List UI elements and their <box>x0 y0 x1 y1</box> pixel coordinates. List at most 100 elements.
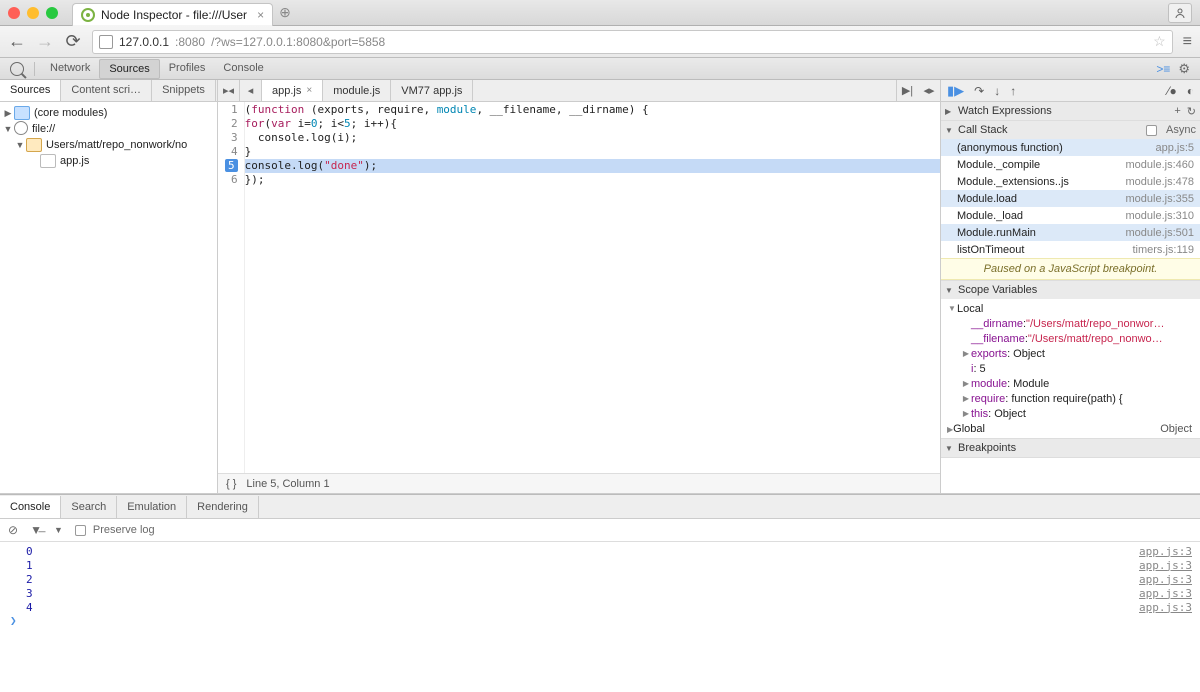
panel-tab-sources[interactable]: Sources <box>99 59 159 79</box>
url-port: :8080 <box>175 35 205 49</box>
browser-tab[interactable]: Node Inspector - file:///User × <box>72 3 273 26</box>
callstack-frame[interactable]: (anonymous function)app.js:5 <box>941 139 1200 156</box>
console-message[interactable]: 2app.js:3 <box>8 572 1192 586</box>
callstack-frame[interactable]: Module.runMainmodule.js:501 <box>941 224 1200 241</box>
drawer-tab-search[interactable]: Search <box>61 496 117 518</box>
navigator-pane: SourcesContent scri…Snippets ▶(core modu… <box>0 80 218 493</box>
navigator-tabs: SourcesContent scri…Snippets <box>0 80 217 102</box>
settings-gear-icon[interactable]: ⚙ <box>1178 61 1190 77</box>
window-titlebar: Node Inspector - file:///User × ⊕ <box>0 0 1200 26</box>
scope-variable[interactable]: i: 5 <box>961 361 1198 376</box>
callstack-frame[interactable]: Module._compilemodule.js:460 <box>941 156 1200 173</box>
file-tab[interactable]: app.js× <box>262 80 323 101</box>
breakpoints-section: ▼Breakpoints <box>941 439 1200 458</box>
watch-label: Watch Expressions <box>958 105 1052 117</box>
new-tab-icon[interactable]: ⊕ <box>279 4 291 21</box>
toggle-navigator-icon[interactable]: ▸◂ <box>218 80 240 101</box>
paused-message: Paused on a JavaScript breakpoint. <box>941 258 1200 280</box>
add-watch-icon[interactable]: + <box>1174 105 1180 117</box>
omnibox[interactable]: 127.0.0.1:8080/?ws=127.0.0.1:8080&port=5… <box>92 30 1173 54</box>
console-output[interactable]: 0app.js:31app.js:32app.js:33app.js:34app… <box>0 542 1200 692</box>
address-bar-row: ← → ⟳ 127.0.0.1:8080/?ws=127.0.0.1:8080&… <box>0 26 1200 58</box>
scope-global-header[interactable]: ▶Global Object <box>947 421 1198 436</box>
resume-icon[interactable]: ▮▶ <box>947 83 964 99</box>
scope-variable[interactable]: ▶exports: Object <box>961 346 1198 361</box>
scope-label: Scope Variables <box>958 284 1037 296</box>
breakpoints-label: Breakpoints <box>958 442 1016 454</box>
file-tab[interactable]: module.js <box>323 80 391 101</box>
history-back-icon[interactable]: ◂ <box>240 80 262 101</box>
drawer-tab-console[interactable]: Console <box>0 496 61 518</box>
reload-icon[interactable]: ⟳ <box>64 31 82 52</box>
profile-button[interactable] <box>1168 3 1192 23</box>
callstack-frame[interactable]: listOnTimeouttimers.js:119 <box>941 241 1200 258</box>
panel-tab-profiles[interactable]: Profiles <box>160 59 215 79</box>
refresh-watch-icon[interactable]: ↻ <box>1187 105 1196 118</box>
url-host: 127.0.0.1 <box>119 35 169 49</box>
step-into-icon[interactable]: ↓ <box>994 84 1000 98</box>
callstack-frame[interactable]: Module.loadmodule.js:355 <box>941 190 1200 207</box>
tab-title: Node Inspector - file:///User <box>101 8 247 22</box>
callstack-frame[interactable]: Module._extensions..jsmodule.js:478 <box>941 173 1200 190</box>
console-message[interactable]: 3app.js:3 <box>8 586 1192 600</box>
filter-icon[interactable]: ▼̶ <box>30 523 42 537</box>
back-icon[interactable]: ← <box>8 31 26 52</box>
bookmark-star-icon[interactable]: ☆ <box>1153 33 1166 50</box>
code-editor[interactable]: 123456 (function (exports, require, modu… <box>218 102 940 473</box>
code-body[interactable]: (function (exports, require, module, __f… <box>245 102 940 473</box>
scope-variable[interactable]: ▶this: Object <box>961 406 1198 421</box>
callstack-frame[interactable]: Module._loadmodule.js:310 <box>941 207 1200 224</box>
minimize-window-icon[interactable] <box>27 7 39 19</box>
scope-variable[interactable]: __dirname: "/Users/matt/repo_nonwor… <box>961 316 1198 331</box>
page-icon <box>99 35 113 49</box>
tree-folder[interactable]: ▼Users/matt/repo_nonwork/no <box>0 137 217 153</box>
file-tab[interactable]: VM77 app.js <box>391 80 473 101</box>
nav-tab[interactable]: Sources <box>0 80 61 101</box>
devtools-toolbar: NetworkSourcesProfilesConsole >≡ ⚙ <box>0 58 1200 80</box>
pause-on-exceptions-icon[interactable]: ◐ <box>1187 84 1194 98</box>
drawer-tab-rendering[interactable]: Rendering <box>187 496 259 518</box>
tree-core-modules[interactable]: ▶(core modules) <box>0 105 217 121</box>
panel-tab-network[interactable]: Network <box>41 59 99 79</box>
favicon-icon <box>81 8 95 22</box>
toggle-debugger-icon[interactable]: ◂▸ <box>918 80 940 101</box>
tree-file-scheme[interactable]: ▼file:// <box>0 121 217 137</box>
close-file-icon[interactable]: × <box>306 85 312 96</box>
step-out-icon[interactable]: ↑ <box>1010 84 1016 98</box>
close-tab-icon[interactable]: × <box>257 8 264 22</box>
deactivate-breakpoints-icon[interactable]: ⁄● <box>1167 84 1176 98</box>
nav-tab[interactable]: Content scri… <box>61 80 152 101</box>
level-menu-icon[interactable]: ▼ <box>54 525 63 535</box>
console-prompt[interactable]: ❯ <box>8 614 1192 627</box>
line-gutter[interactable]: 123456 <box>218 102 245 473</box>
close-window-icon[interactable] <box>8 7 20 19</box>
console-message[interactable]: 4app.js:3 <box>8 600 1192 614</box>
async-checkbox[interactable] <box>1146 125 1157 136</box>
console-message[interactable]: 1app.js:3 <box>8 558 1192 572</box>
nav-tab[interactable]: Snippets <box>152 80 216 101</box>
pretty-print-icon[interactable]: { } <box>226 478 236 490</box>
scope-variable[interactable]: ▶require: function require(path) { <box>961 391 1198 406</box>
forward-icon[interactable]: → <box>36 31 54 52</box>
chrome-menu-icon[interactable]: ≡ <box>1183 33 1192 51</box>
inspect-element-icon[interactable] <box>10 62 24 76</box>
drawer-tab-emulation[interactable]: Emulation <box>117 496 187 518</box>
callstack-label: Call Stack <box>958 124 1008 136</box>
toggle-drawer-icon[interactable]: >≡ <box>1156 62 1170 76</box>
scope-local-header[interactable]: ▼Local <box>947 301 1198 316</box>
debugger-pane: ▮▶ ↷ ↓ ↑ ⁄● ◐ ▶Watch Expressions +↻ ▼Cal… <box>940 80 1200 493</box>
scope-variable[interactable]: __filename: "/Users/matt/repo_nonwo… <box>961 331 1198 346</box>
drawer-tabs: ConsoleSearchEmulationRendering <box>0 494 1200 519</box>
panel-tab-console[interactable]: Console <box>214 59 272 79</box>
debugger-controls: ▮▶ ↷ ↓ ↑ ⁄● ◐ <box>941 80 1200 102</box>
sources-panel: SourcesContent scri…Snippets ▶(core modu… <box>0 80 1200 494</box>
editor-pane: ▸◂ ◂ app.js×module.jsVM77 app.js ▶| ◂▸ 1… <box>218 80 940 493</box>
run-snippet-icon[interactable]: ▶| <box>896 80 918 101</box>
console-message[interactable]: 0app.js:3 <box>8 544 1192 558</box>
step-over-icon[interactable]: ↷ <box>974 84 984 98</box>
preserve-log-checkbox[interactable] <box>75 525 86 536</box>
clear-console-icon[interactable]: ⊘ <box>8 523 18 537</box>
scope-variable[interactable]: ▶module: Module <box>961 376 1198 391</box>
zoom-window-icon[interactable] <box>46 7 58 19</box>
tree-file-appjs[interactable]: app.js <box>0 153 217 169</box>
